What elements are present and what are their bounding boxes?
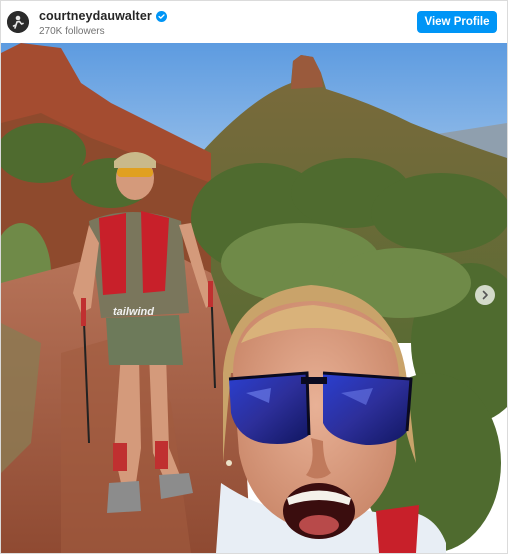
next-photo-button[interactable] bbox=[475, 285, 495, 305]
post-header: courtneydauwalter 270K followers View Pr… bbox=[1, 1, 507, 42]
user-info: courtneydauwalter 270K followers bbox=[39, 9, 167, 37]
verified-badge-icon bbox=[155, 10, 167, 22]
shirt-text: tailwind bbox=[113, 306, 154, 318]
post-photo[interactable]: tailwind bbox=[1, 43, 507, 553]
trail-selfie-photo: tailwind bbox=[1, 43, 507, 553]
chevron-right-icon bbox=[482, 290, 488, 300]
follower-count: 270K followers bbox=[39, 26, 105, 37]
view-profile-button[interactable]: View Profile bbox=[417, 11, 497, 33]
username-link[interactable]: courtneydauwalter bbox=[39, 9, 152, 23]
runner-silhouette-icon bbox=[7, 11, 29, 33]
profile-avatar[interactable] bbox=[7, 11, 29, 33]
instagram-embed-card: courtneydauwalter 270K followers View Pr… bbox=[0, 0, 508, 554]
